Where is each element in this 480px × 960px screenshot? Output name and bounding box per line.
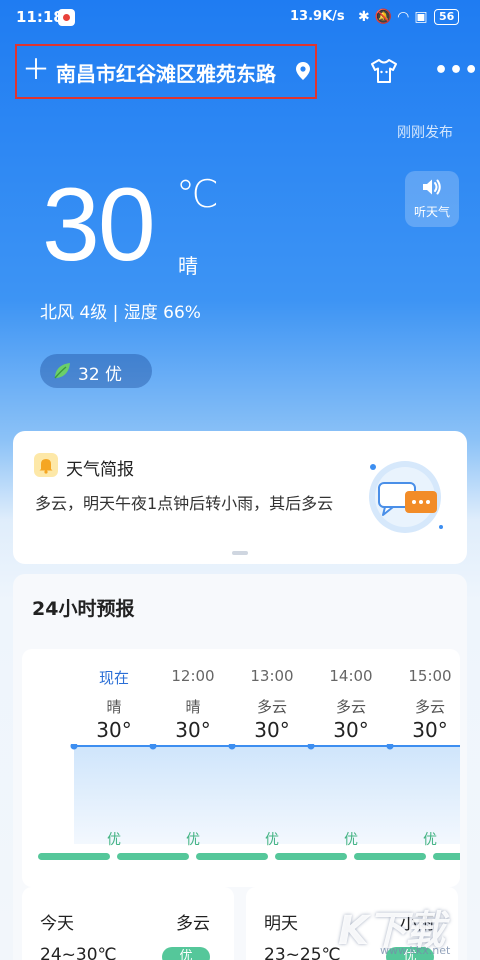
day-name: 明天 xyxy=(264,914,298,934)
day-aqi-badge: 优 xyxy=(162,947,210,960)
weather-brief-card[interactable]: 天气简报 多云，明天午夜1点钟后转小雨，其后多云 xyxy=(13,431,467,564)
watermark-url: www.kkx.net xyxy=(380,944,451,957)
hour-column: 13:00 多云 30° 优 xyxy=(192,649,294,887)
listen-weather-button[interactable]: 听天气 xyxy=(405,171,459,227)
current-condition: 晴 xyxy=(178,254,198,278)
hour-aqi-bar xyxy=(354,853,426,860)
today-card[interactable]: 今天 多云 24~30℃ 优 xyxy=(22,887,234,960)
day-condition: 多云 xyxy=(176,914,210,934)
location-pin-icon xyxy=(296,62,310,84)
hour-aqi-bar xyxy=(38,853,110,860)
status-icons: ✱🔕◠▣ xyxy=(358,9,433,25)
day-name: 今天 xyxy=(40,914,74,934)
leaf-icon xyxy=(52,361,72,385)
hourly-title: 24小时预报 xyxy=(32,598,135,620)
hour-column: 16:00阴30°优 xyxy=(429,649,460,887)
hour-aqi-bar xyxy=(117,853,189,860)
hour-aqi-bar xyxy=(196,853,268,860)
hour-column: 12:00 晴 30° 优 xyxy=(113,649,215,887)
hour-aqi-bar xyxy=(433,853,460,860)
current-temperature: 30 xyxy=(42,167,156,283)
aqi-value: 32 优 xyxy=(78,365,123,385)
publish-time: 刚刚发布 xyxy=(397,125,453,141)
app-notification-icon xyxy=(58,9,75,26)
battery-icon: 56 xyxy=(434,9,460,25)
bell-icon xyxy=(34,453,58,477)
add-city-button[interactable]: ＋ xyxy=(22,56,50,86)
page-indicator xyxy=(232,551,248,555)
hour-column: 15:00 多云 30° 优 xyxy=(350,649,452,887)
day-temperature-range: 23~25℃ xyxy=(264,945,341,960)
status-time: 11:18 xyxy=(16,8,64,26)
brief-body: 多云，明天午夜1点钟后转小雨，其后多云 xyxy=(35,494,334,513)
tshirt-icon[interactable] xyxy=(370,58,398,88)
brief-title: 天气简报 xyxy=(66,460,134,480)
network-speed: 13.9K/s xyxy=(290,9,345,24)
hour-aqi-bar xyxy=(275,853,347,860)
speaker-icon xyxy=(423,179,441,195)
aqi-badge[interactable]: 32 优 xyxy=(40,354,152,388)
chat-bubbles-illustration xyxy=(365,459,455,543)
wind-humidity: 北风 4级 | 湿度 66% xyxy=(40,303,201,323)
more-dots-icon[interactable]: ••• xyxy=(434,58,479,83)
hour-column: 现在晴 30° 优 xyxy=(34,649,132,887)
location-title[interactable]: 南昌市红谷滩区雅苑东路 xyxy=(56,58,276,87)
hourly-scroll-panel[interactable]: 现在晴 30° 优 12:00 晴 30° 优 13:00 多云 30° 优 14:00 多云 30° 优 1… xyxy=(22,649,460,887)
day-temperature-range: 24~30℃ xyxy=(40,945,117,960)
hour-column: 14:00 多云 30° 优 xyxy=(271,649,373,887)
listen-label: 听天气 xyxy=(413,205,450,219)
temperature-unit: ℃ xyxy=(176,172,219,216)
status-bar: 11:18 13.9K/s ✱🔕◠▣ 56 xyxy=(0,0,480,34)
